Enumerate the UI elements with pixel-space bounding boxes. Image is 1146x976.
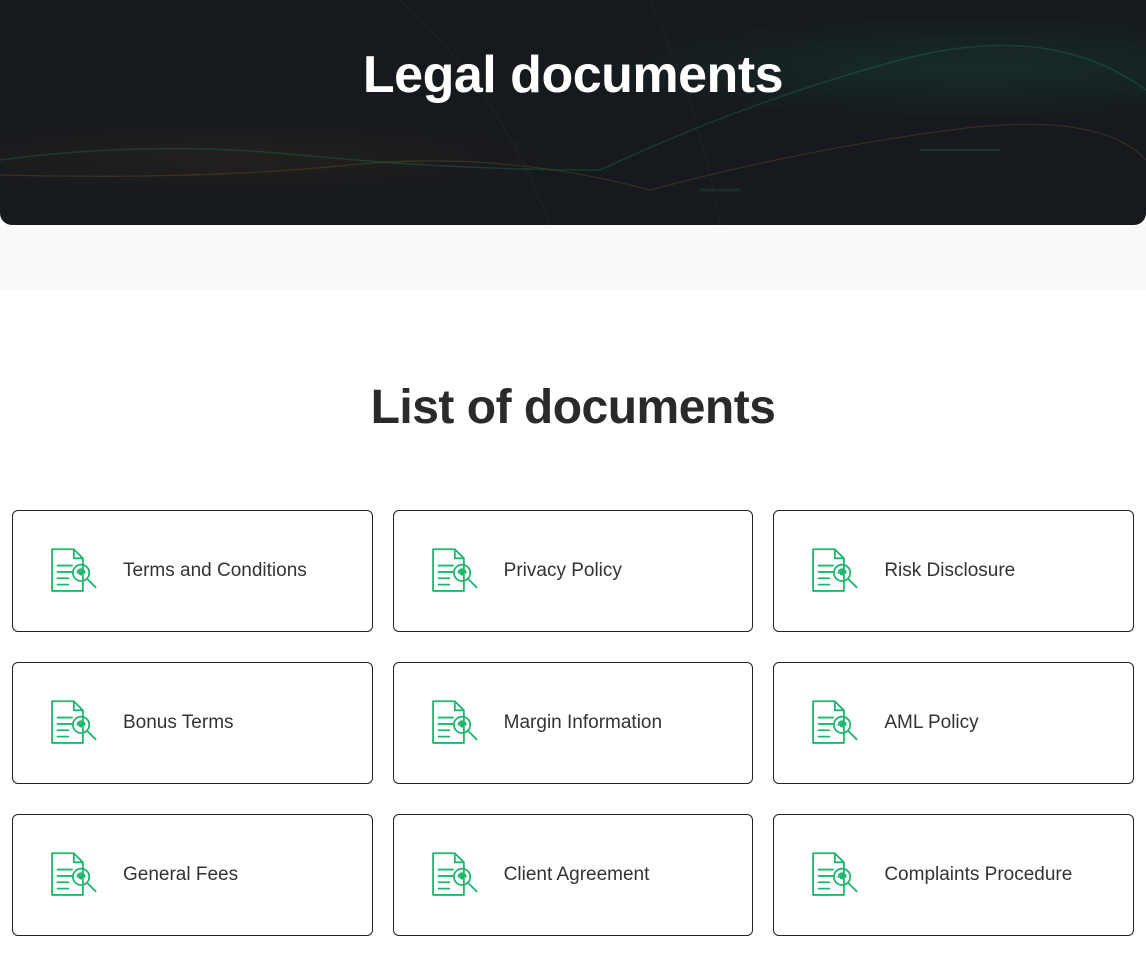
document-search-icon [804,545,862,597]
page-title: Legal documents [363,45,783,105]
document-card[interactable]: Risk Disclosure [773,510,1134,632]
document-search-icon [43,697,101,749]
document-label: AML Policy [884,712,978,734]
document-card[interactable]: Terms and Conditions [12,510,373,632]
hero-background-chart [0,0,1146,225]
document-label: Complaints Procedure [884,864,1072,886]
document-search-icon [43,849,101,901]
document-search-icon [424,545,482,597]
document-search-icon [424,697,482,749]
document-card[interactable]: Bonus Terms [12,662,373,784]
document-label: Risk Disclosure [884,560,1015,582]
spacer [0,225,1146,290]
document-label: Terms and Conditions [123,560,307,582]
document-card[interactable]: Margin Information [393,662,754,784]
document-search-icon [43,545,101,597]
document-card[interactable]: Complaints Procedure [773,814,1134,936]
document-card[interactable]: General Fees [12,814,373,936]
document-search-icon [804,849,862,901]
document-label: General Fees [123,864,238,886]
document-search-icon [424,849,482,901]
document-label: Margin Information [504,712,662,734]
documents-grid: Terms and Conditions Privacy Policy [12,510,1134,936]
document-card[interactable]: Privacy Policy [393,510,754,632]
section-title: List of documents [12,380,1134,435]
document-label: Privacy Policy [504,560,622,582]
hero-banner: Legal documents [0,0,1146,225]
document-search-icon [804,697,862,749]
main-content: List of documents Terms and Conditions [0,290,1146,976]
document-card[interactable]: AML Policy [773,662,1134,784]
document-label: Client Agreement [504,864,650,886]
document-label: Bonus Terms [123,712,234,734]
document-card[interactable]: Client Agreement [393,814,754,936]
